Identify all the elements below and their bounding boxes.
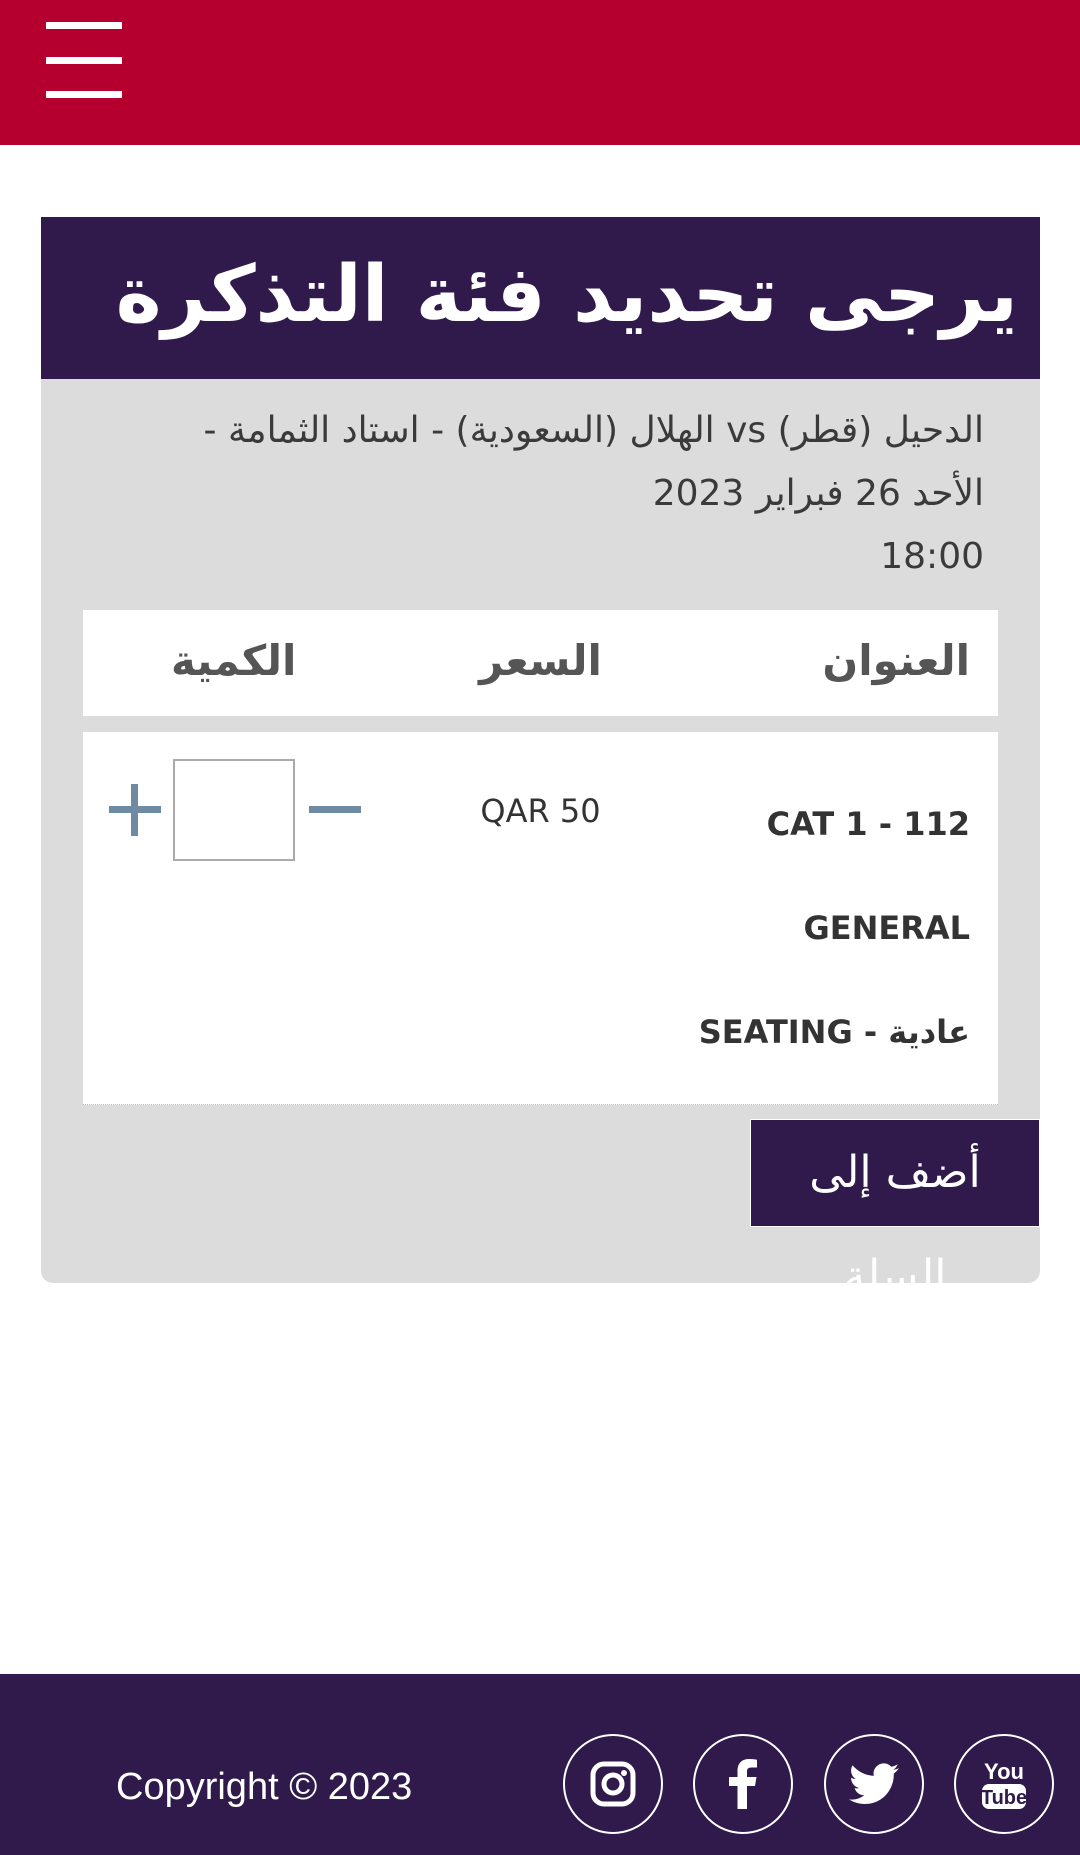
add-to-cart-button[interactable]: أضف إلى السلة <box>750 1119 1040 1302</box>
column-header-quantity: الكمية <box>171 636 297 685</box>
instagram-icon[interactable] <box>563 1734 663 1834</box>
event-time: 18:00 <box>880 536 984 577</box>
footer: Copyright © 2023 You Tube <box>0 1674 1080 1855</box>
twitter-icon[interactable] <box>824 1734 924 1834</box>
card-header: يرجى تحديد فئة التذكرة <box>41 217 1040 379</box>
youtube-tube-text: Tube <box>981 1787 1027 1809</box>
menu-line <box>46 22 122 29</box>
event-info: الدحيل (قطر) vs الهلال (السعودية) - استا… <box>104 399 984 588</box>
ticket-name-line: GENERAL <box>803 909 970 947</box>
table-row: CAT 1 - 112 GENERAL SEATING - عادية QAR … <box>83 732 998 1105</box>
ticket-name-line: SEATING - عادية <box>698 1013 970 1051</box>
event-date: الأحد 26 فبراير 2023 <box>652 473 984 514</box>
menu-line <box>46 91 122 98</box>
quantity-increase-button[interactable] <box>109 784 161 836</box>
ticket-selection-card: يرجى تحديد فئة التذكرة الدحيل (قطر) vs ا… <box>41 217 1040 1302</box>
table-header: العنوان السعر الكمية <box>83 610 998 716</box>
copyright-text: Copyright © 2023 <box>116 1766 413 1808</box>
top-header-bar <box>0 0 1080 145</box>
youtube-icon[interactable]: You Tube <box>954 1734 1054 1834</box>
quantity-input[interactable] <box>173 759 295 861</box>
youtube-you-text: You <box>984 1759 1024 1784</box>
hamburger-menu-icon[interactable] <box>46 22 122 98</box>
page-title: يرجى تحديد فئة التذكرة <box>115 250 1019 340</box>
facebook-icon[interactable] <box>693 1734 793 1834</box>
quantity-decrease-button[interactable] <box>309 784 361 836</box>
event-teams-venue: الدحيل (قطر) vs الهلال (السعودية) - استا… <box>203 410 984 451</box>
menu-line <box>46 56 122 64</box>
